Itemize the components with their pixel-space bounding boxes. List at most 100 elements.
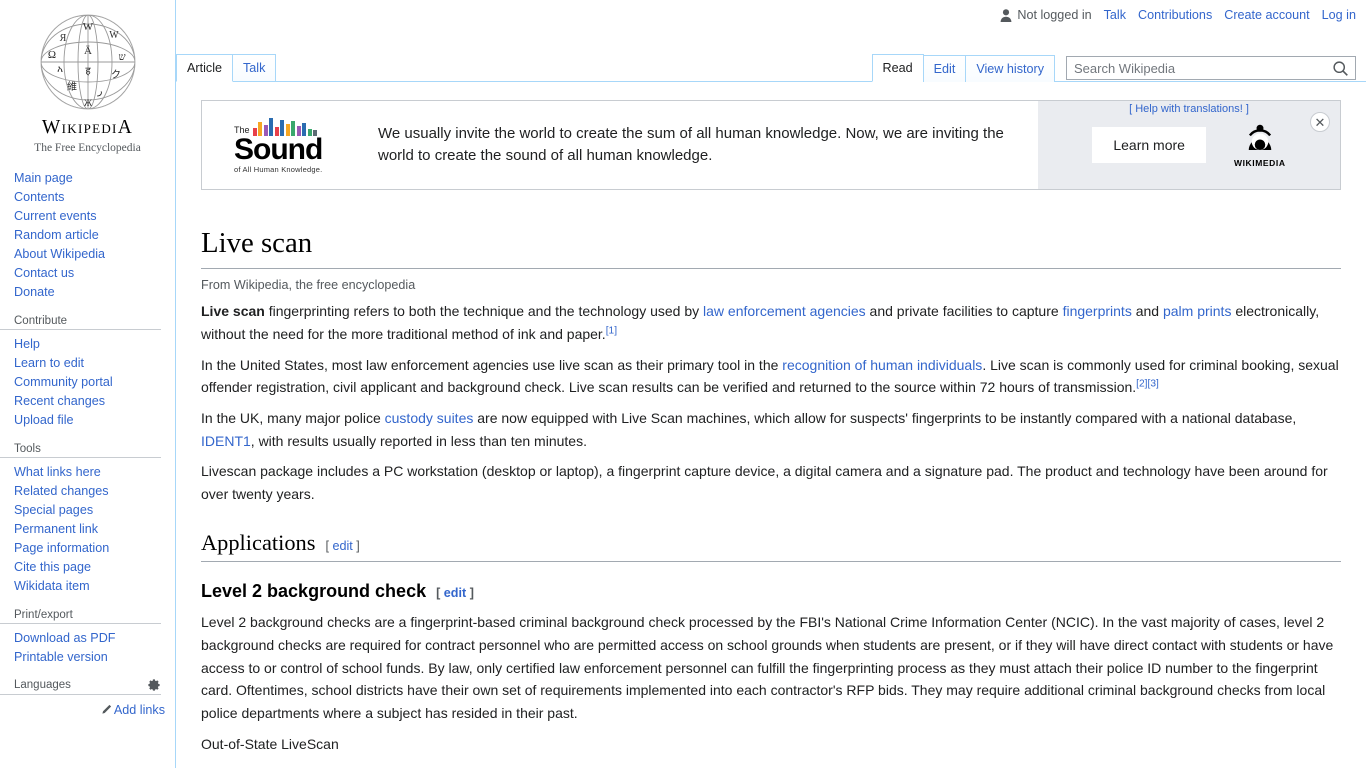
bracket-close: ] — [356, 538, 360, 553]
sidebar-tools-list: What links here Related changes Special … — [0, 462, 175, 595]
sidebar-item-wikidata-item[interactable]: Wikidata item — [14, 579, 90, 593]
article-link[interactable]: fingerprints — [1063, 303, 1132, 319]
close-icon[interactable]: ✕ — [1310, 112, 1330, 132]
gear-icon[interactable] — [147, 678, 161, 692]
edit-section-applications: [ edit ] — [325, 539, 359, 553]
article-link[interactable]: IDENT1 — [201, 433, 251, 449]
sidebar-item-add-links[interactable]: Add links — [101, 703, 165, 717]
sidebar-item-community-portal[interactable]: Community portal — [14, 375, 113, 389]
personal-link-talk[interactable]: Talk — [1104, 8, 1126, 22]
article-link[interactable]: law enforcement agencies — [703, 303, 866, 319]
sidebar-item-about-wikipedia[interactable]: About Wikipedia — [14, 247, 105, 261]
sidebar-item-what-links-here[interactable]: What links here — [14, 465, 101, 479]
search-box[interactable] — [1066, 56, 1356, 80]
sidebar-item-learn-to-edit[interactable]: Learn to edit — [14, 356, 84, 370]
sound-logo-word: Sound — [234, 133, 323, 166]
svg-text:ク: ク — [111, 69, 121, 81]
sidebar-item-cite-this-page[interactable]: Cite this page — [14, 560, 91, 574]
sidebar-item-related-changes[interactable]: Related changes — [14, 484, 109, 498]
sidebar-item-random-article[interactable]: Random article — [14, 228, 99, 242]
sound-logo-subtitle: of All Human Knowledge. — [234, 165, 323, 174]
wikipedia-logo[interactable]: W W Я Ω Ä ש አ ह ク 維 ر Ж WIKIPEDIA The Fr… — [0, 0, 175, 154]
sidebar-item-help[interactable]: Help — [14, 337, 40, 351]
sidebar-heading-tools: Tools — [0, 439, 161, 458]
article-text: and — [1131, 303, 1163, 320]
article-link[interactable]: recognition of human individuals — [782, 357, 982, 373]
sidebar-navigation-list: Main page Contents Current events Random… — [0, 168, 175, 301]
lead-paragraph-1: Live scan fingerprinting refers to both … — [201, 300, 1341, 345]
search-input[interactable] — [1067, 57, 1355, 79]
article-text: , with results usually reported in less … — [250, 432, 587, 449]
list-item: Related changes — [14, 481, 175, 500]
bracket-open: [ — [436, 585, 441, 600]
sidebar-item-upload-file[interactable]: Upload file — [14, 413, 74, 427]
list-item: Donate — [14, 282, 175, 301]
edit-link[interactable]: edit — [332, 539, 352, 553]
edit-link[interactable]: edit — [444, 586, 466, 600]
list-item: What links here — [14, 462, 175, 481]
sidebar-item-download-as-pdf[interactable]: Download as PDF — [14, 631, 116, 645]
wordmark-rest: IKIPEDI — [61, 121, 118, 136]
tab-view-history[interactable]: View history — [965, 55, 1055, 82]
tab-article-label: Article — [187, 61, 222, 75]
tab-article[interactable]: Article — [176, 54, 233, 82]
banner-message: We usually invite the world to create th… — [378, 124, 1004, 165]
tab-read[interactable]: Read — [871, 54, 924, 82]
help-with-translations-link[interactable]: [ Help with translations! ] — [1038, 103, 1340, 115]
personal-link-create-account[interactable]: Create account — [1224, 8, 1309, 22]
tab-edit[interactable]: Edit — [922, 55, 967, 82]
reference-link[interactable]: [1] — [606, 325, 617, 336]
article-link[interactable]: custody suites — [385, 410, 474, 426]
search-icon[interactable] — [1332, 60, 1349, 77]
sidebar-item-main-page[interactable]: Main page — [14, 171, 73, 185]
learn-more-button[interactable]: Learn more — [1092, 127, 1206, 163]
out-of-state-heading: Out-of-State LiveScan — [201, 735, 339, 752]
subsection-heading-level-2-background-check: Level 2 background check [ edit ] — [201, 580, 1341, 603]
sidebar-item-contents[interactable]: Contents — [14, 190, 64, 204]
pencil-icon — [102, 704, 111, 714]
list-item: Recent changes — [14, 391, 175, 410]
wikimedia-logo: WIKIMEDIA — [1234, 123, 1286, 168]
personal-link-login[interactable]: Log in — [1322, 8, 1356, 22]
reference-marker[interactable]: [2] — [1136, 379, 1147, 390]
sidebar-contribute-list: Help Learn to edit Community portal Rece… — [0, 334, 175, 429]
sidebar: W W Я Ω Ä ש አ ह ク 維 ر Ж WIKIPEDIA The Fr… — [0, 0, 176, 768]
svg-text:W: W — [109, 30, 119, 41]
reference-link[interactable]: [2] — [1136, 379, 1147, 390]
article-content: Live scan From Wikipedia, the free encyc… — [201, 225, 1341, 768]
sidebar-item-donate[interactable]: Donate — [14, 285, 55, 299]
list-item: Learn to edit — [14, 353, 175, 372]
list-item: About Wikipedia — [14, 244, 175, 263]
sidebar-item-special-pages[interactable]: Special pages — [14, 503, 93, 517]
page-title: Live scan — [201, 225, 1341, 270]
banner-right: [ Help with translations! ] Learn more W… — [1038, 101, 1340, 189]
sidebar-item-page-information[interactable]: Page information — [14, 541, 109, 555]
reference-link[interactable]: [3] — [1147, 379, 1158, 390]
sidebar-item-printable-version[interactable]: Printable version — [14, 650, 108, 664]
sidebar-item-contact-us[interactable]: Contact us — [14, 266, 74, 280]
sidebar-item-current-events[interactable]: Current events — [14, 209, 97, 223]
reference-marker[interactable]: [3] — [1147, 379, 1158, 390]
tab-edit-label: Edit — [933, 62, 956, 76]
list-item: Printable version — [14, 647, 175, 666]
personal-link-contributions[interactable]: Contributions — [1138, 8, 1212, 22]
article-link[interactable]: palm prints — [1163, 303, 1231, 319]
level-2-paragraph: Level 2 background checks are a fingerpr… — [201, 614, 1334, 721]
svg-text:Ω: Ω — [47, 49, 55, 61]
list-item: Contents — [14, 187, 175, 206]
tab-read-label: Read — [882, 61, 913, 75]
banner-left: The Sound of All Human Knowledge. We usu… — [202, 101, 1038, 189]
lead-paragraph-4: Livescan package includes a PC workstati… — [201, 460, 1341, 505]
svg-text:維: 維 — [67, 80, 77, 93]
reference-marker[interactable]: [1] — [606, 325, 617, 336]
view-tabs-and-search: Read Edit View history — [871, 54, 1356, 82]
wikipedia-globe-icon: W W Я Ω Ä ש አ ह ク 維 ر Ж — [40, 14, 135, 110]
list-item: Main page — [14, 168, 175, 187]
sidebar-item-recent-changes[interactable]: Recent changes — [14, 394, 105, 408]
wikipedia-tagline: The Free Encyclopedia — [34, 141, 141, 154]
list-item: Wikidata item — [14, 576, 175, 595]
section-heading-applications: Applications [ edit ] — [201, 528, 1341, 562]
tab-talk[interactable]: Talk — [232, 54, 277, 81]
sidebar-item-permanent-link[interactable]: Permanent link — [14, 522, 98, 536]
not-logged-in-status: Not logged in — [1000, 8, 1092, 22]
